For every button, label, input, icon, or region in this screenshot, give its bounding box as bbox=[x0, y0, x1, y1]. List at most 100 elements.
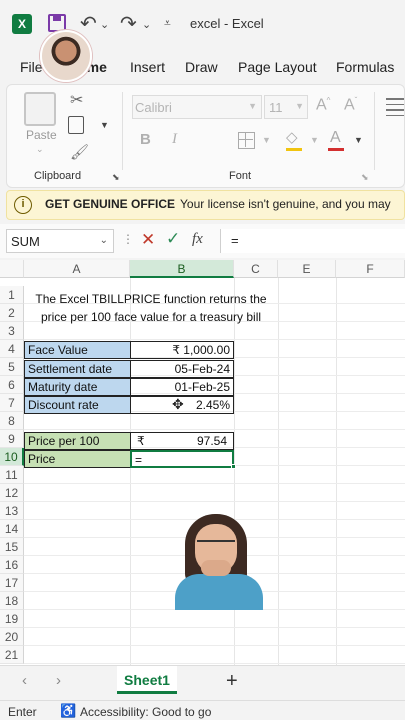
price-per-100-currency: ₹ bbox=[137, 434, 145, 448]
column-header-e[interactable]: E bbox=[278, 260, 336, 278]
column-header-b[interactable]: B bbox=[130, 260, 234, 278]
font-color-swatch bbox=[328, 148, 344, 151]
font-launcher-icon[interactable]: ⬊ bbox=[361, 172, 369, 183]
borders-icon[interactable] bbox=[238, 132, 255, 149]
row-header-9[interactable]: 9 bbox=[0, 430, 24, 448]
clipboard-launcher-icon[interactable]: ⬊ bbox=[112, 172, 120, 183]
fill-color-chevron-icon[interactable]: ▼ bbox=[310, 135, 319, 145]
column-header-a[interactable]: A bbox=[24, 260, 130, 278]
insert-function-icon[interactable]: fx bbox=[192, 231, 203, 248]
row-header-11[interactable]: 11 bbox=[0, 466, 24, 484]
row-header-20[interactable]: 20 bbox=[0, 628, 24, 646]
font-size-select[interactable]: 11 ▼ bbox=[264, 95, 308, 119]
price-label[interactable]: Price bbox=[24, 450, 131, 468]
copy-icon[interactable] bbox=[68, 116, 84, 134]
row-header-8[interactable]: 8 bbox=[0, 412, 24, 430]
font-color-chevron-icon[interactable]: ▼ bbox=[354, 135, 363, 145]
more-icon[interactable]: ⋮ bbox=[122, 232, 134, 246]
increase-font-size-icon[interactable]: A^ bbox=[316, 96, 330, 114]
maturity-date-cell[interactable]: 01-Feb-25 bbox=[130, 378, 234, 396]
undo-icon[interactable]: ↶ bbox=[80, 11, 97, 36]
accessibility-status[interactable]: Accessibility: Good to go bbox=[80, 705, 211, 719]
tab-page-layout[interactable]: Page Layout bbox=[238, 59, 317, 75]
settlement-date-label[interactable]: Settlement date bbox=[24, 360, 131, 378]
column-header-f[interactable]: F bbox=[336, 260, 405, 278]
copy-chevron-icon[interactable]: ▼ bbox=[100, 120, 109, 130]
ribbon-divider bbox=[122, 92, 123, 170]
discount-rate-label[interactable]: Discount rate bbox=[24, 396, 131, 414]
chevron-left-icon[interactable]: ‹ bbox=[22, 672, 27, 689]
add-sheet-icon[interactable]: + bbox=[226, 670, 238, 693]
row-header-4[interactable]: 4 bbox=[0, 340, 24, 358]
chevron-down-icon: ▼ bbox=[248, 101, 257, 111]
row-header-21[interactable]: 21 bbox=[0, 646, 24, 664]
excel-logo-icon: X bbox=[12, 14, 32, 34]
bold-icon[interactable]: B bbox=[140, 131, 151, 148]
row-header-12[interactable]: 12 bbox=[0, 484, 24, 502]
row-header-5[interactable]: 5 bbox=[0, 358, 24, 376]
chevron-right-icon[interactable]: › bbox=[56, 672, 61, 689]
sheet-tab-sheet1[interactable]: Sheet1 bbox=[117, 666, 177, 694]
row-header-17[interactable]: 17 bbox=[0, 574, 24, 592]
select-all-corner[interactable] bbox=[0, 260, 24, 278]
paste-label[interactable]: Paste bbox=[26, 128, 57, 142]
confirm-entry-icon[interactable]: ✓ bbox=[166, 229, 180, 249]
font-size-value: 11 bbox=[269, 100, 283, 115]
settlement-date-cell[interactable]: 05-Feb-24 bbox=[130, 360, 234, 378]
font-group-label: Font bbox=[229, 170, 252, 182]
accessibility-icon[interactable]: ♿ bbox=[60, 703, 76, 719]
customize-qat-icon[interactable]: ⩡ bbox=[164, 16, 171, 31]
row-header-2[interactable]: 2 bbox=[0, 304, 24, 322]
row-header-3[interactable]: 3 bbox=[0, 322, 24, 340]
description-text: The Excel TBILLPRICE function returns th… bbox=[35, 292, 267, 324]
gridline bbox=[24, 663, 405, 664]
banner-message: Your license isn't genuine, and you may bbox=[180, 197, 391, 211]
font-color-icon[interactable]: A bbox=[330, 129, 341, 147]
row-header-13[interactable]: 13 bbox=[0, 502, 24, 520]
column-header-c[interactable]: C bbox=[234, 260, 278, 278]
gridline bbox=[24, 339, 405, 340]
ribbon-divider bbox=[374, 92, 375, 170]
borders-chevron-icon[interactable]: ▼ bbox=[262, 135, 271, 145]
tab-file[interactable]: File bbox=[20, 59, 43, 75]
paste-icon[interactable] bbox=[24, 92, 56, 126]
fill-handle[interactable] bbox=[231, 464, 236, 469]
paste-chevron-icon[interactable]: ⌄ bbox=[36, 144, 44, 155]
face-value-cell[interactable]: ₹ 1,000.00 bbox=[130, 341, 234, 359]
redo-icon[interactable]: ↷ bbox=[120, 11, 137, 36]
italic-icon[interactable]: I bbox=[172, 131, 177, 148]
tab-draw[interactable]: Draw bbox=[185, 59, 218, 75]
name-box-value: SUM bbox=[11, 234, 40, 249]
price-per-100-label[interactable]: Price per 100 bbox=[24, 432, 131, 450]
price-per-100-cell[interactable]: ₹ 97.54 bbox=[130, 432, 234, 450]
row-header-1[interactable]: 1 bbox=[0, 286, 24, 304]
info-icon: i bbox=[14, 196, 32, 214]
row-header-10[interactable]: 10 bbox=[0, 448, 24, 466]
fill-color-swatch bbox=[286, 148, 302, 151]
undo-dropdown-chevron-icon[interactable]: ⌄ bbox=[100, 18, 109, 31]
active-cell-price[interactable]: = bbox=[130, 450, 234, 468]
cut-icon[interactable]: ✂ bbox=[70, 90, 83, 110]
maturity-date-label[interactable]: Maturity date bbox=[24, 378, 131, 396]
font-name-select[interactable]: Calibri ▼ bbox=[132, 95, 262, 119]
cancel-entry-icon[interactable]: ✕ bbox=[141, 230, 155, 250]
gridline bbox=[24, 483, 405, 484]
row-header-18[interactable]: 18 bbox=[0, 592, 24, 610]
row-header-7[interactable]: 7 bbox=[0, 394, 24, 412]
tab-formulas[interactable]: Formulas bbox=[336, 59, 394, 75]
row-header-19[interactable]: 19 bbox=[0, 610, 24, 628]
gridline bbox=[24, 645, 405, 646]
formula-input[interactable]: = bbox=[220, 229, 405, 253]
row-header-6[interactable]: 6 bbox=[0, 376, 24, 394]
redo-dropdown-chevron-icon[interactable]: ⌄ bbox=[142, 18, 151, 31]
face-value-label[interactable]: Face Value bbox=[24, 341, 131, 359]
tab-insert[interactable]: Insert bbox=[130, 59, 165, 75]
fill-color-icon[interactable]: ◇ bbox=[286, 128, 298, 146]
row-header-14[interactable]: 14 bbox=[0, 520, 24, 538]
name-box[interactable]: SUM ⌄ bbox=[6, 229, 114, 253]
format-painter-icon[interactable]: 🖌 bbox=[70, 143, 89, 161]
decrease-font-size-icon[interactable]: Aˇ bbox=[344, 96, 357, 114]
alignment-icon[interactable] bbox=[386, 98, 404, 120]
row-header-16[interactable]: 16 bbox=[0, 556, 24, 574]
row-header-15[interactable]: 15 bbox=[0, 538, 24, 556]
